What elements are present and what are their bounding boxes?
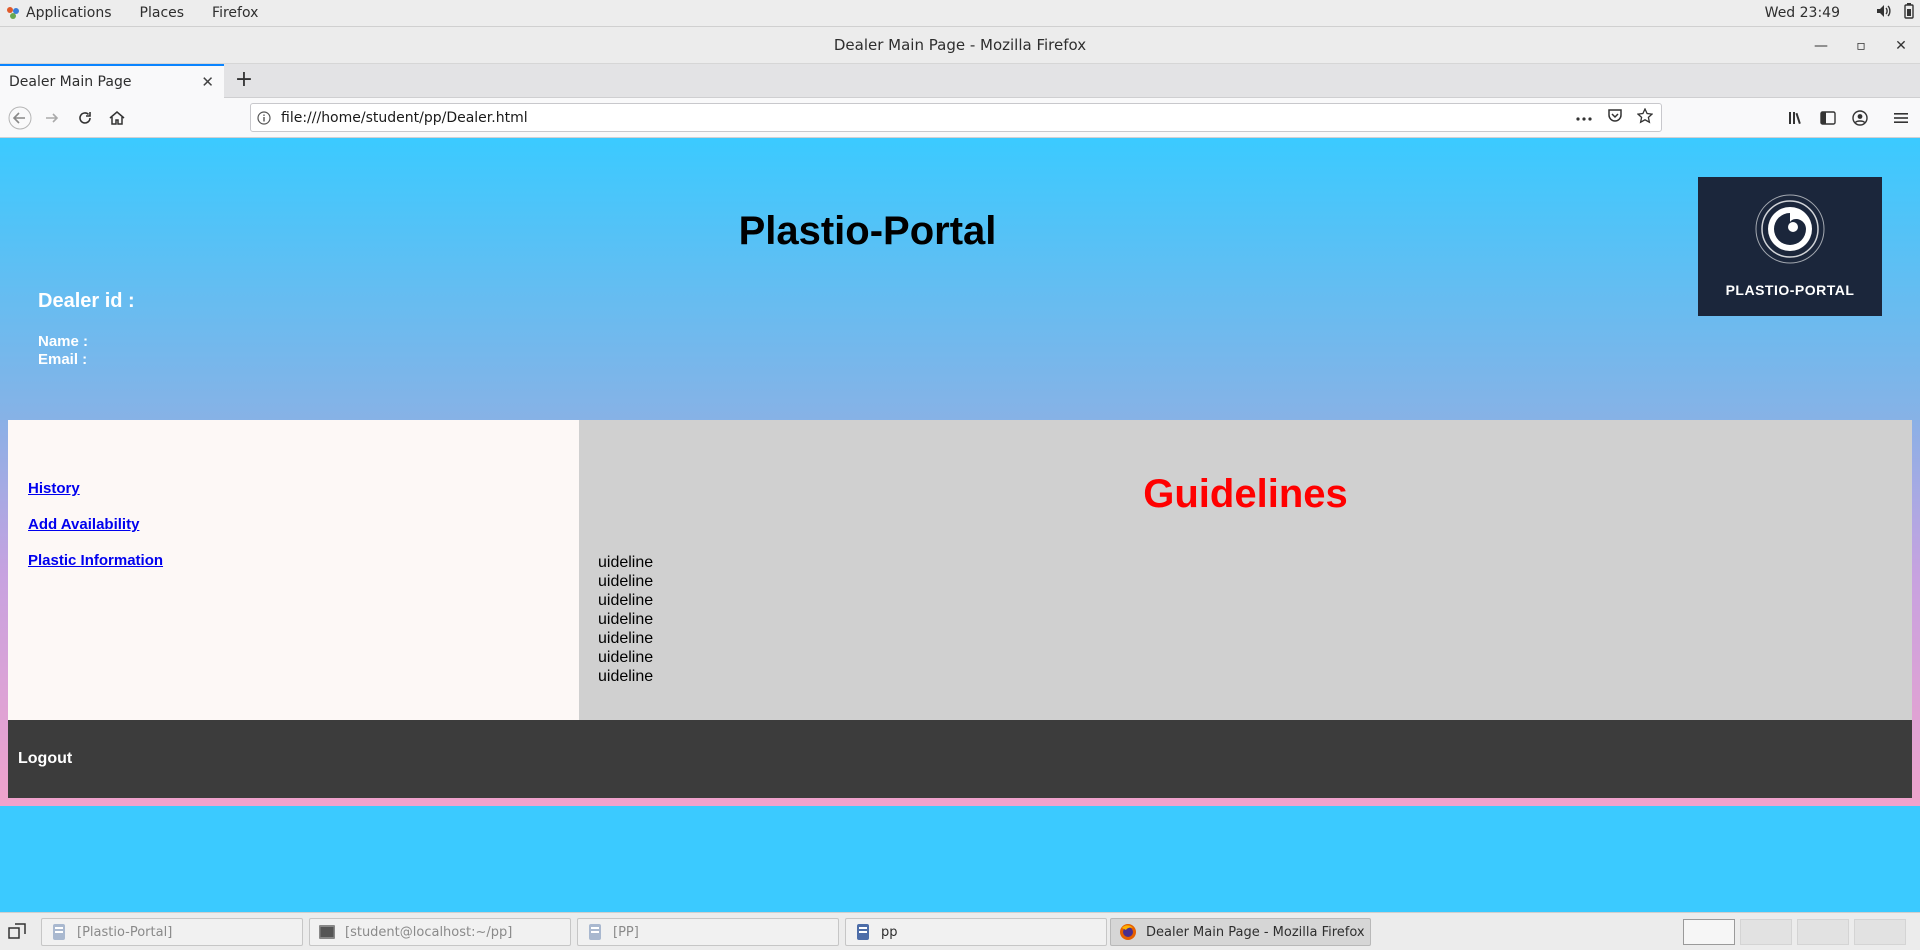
site-info-icon[interactable] [251, 110, 277, 125]
maximize-icon[interactable]: ▫ [1854, 38, 1868, 54]
email-label: Email : [38, 351, 88, 368]
firefox-icon [1119, 923, 1137, 941]
guideline-item: uideline [598, 592, 654, 609]
workspace-2[interactable] [1740, 919, 1792, 945]
window-title-bar: Dealer Main Page - Mozilla Firefox — ▫ ✕ [0, 27, 1920, 64]
account-icon[interactable] [1848, 106, 1872, 130]
taskbar-label: pp [881, 924, 898, 940]
close-icon[interactable]: ✕ [1894, 38, 1908, 54]
tab-strip: Dealer Main Page ✕ + [0, 64, 1920, 98]
content-area: History Add Availability Plastic Informa… [0, 420, 1920, 806]
site-title: Plastio-Portal [738, 209, 997, 253]
pocket-icon[interactable] [1607, 108, 1623, 127]
page-actions-icon[interactable] [1575, 110, 1593, 126]
taskbar-item-plastio-portal[interactable]: [Plastio-Portal] [41, 918, 303, 946]
taskbar-label: Dealer Main Page - Mozilla Firefox [1146, 924, 1365, 940]
volume-icon[interactable] [1876, 4, 1892, 22]
tab-dealer-main-page[interactable]: Dealer Main Page ✕ [0, 64, 224, 98]
taskbar-label: [PP] [613, 924, 639, 940]
window-title: Dealer Main Page - Mozilla Firefox [833, 36, 1087, 54]
firefox-menu[interactable]: Firefox [198, 0, 272, 27]
url-text[interactable]: file:///home/student/pp/Dealer.html [281, 110, 528, 126]
taskbar-item-pp-folder[interactable]: [PP] [577, 918, 839, 946]
guideline-item: uideline [598, 573, 654, 590]
web-page: Plastio-Portal Dealer id : Name : Email … [0, 139, 1920, 912]
swirl-logo-icon [1753, 192, 1827, 270]
plastic-information-link[interactable]: Plastic Information [28, 552, 163, 569]
logout-button[interactable]: Logout [18, 750, 72, 768]
page-header: Plastio-Portal Dealer id : Name : Email … [0, 139, 1920, 420]
tab-label: Dealer Main Page [9, 74, 132, 90]
guidelines-list: uideline uideline uideline uideline uide… [598, 553, 653, 686]
workspace-1[interactable] [1683, 919, 1735, 945]
dealer-id-label: Dealer id : [38, 290, 135, 312]
sidebar: History Add Availability Plastic Informa… [8, 420, 579, 720]
forward-icon[interactable] [40, 106, 64, 130]
show-desktop-icon[interactable] [7, 922, 27, 942]
guideline-item: uideline [598, 554, 654, 571]
guideline-item: uideline [598, 630, 654, 647]
url-bar[interactable]: file:///home/student/pp/Dealer.html [250, 103, 1662, 132]
navigation-bar: file:///home/student/pp/Dealer.html [0, 98, 1920, 138]
back-icon[interactable] [8, 106, 32, 130]
home-icon[interactable] [105, 106, 129, 130]
guidelines-panel: Guidelines uideline uideline uideline ui… [579, 420, 1912, 720]
bookmark-star-icon[interactable] [1636, 106, 1654, 128]
workspace-4[interactable] [1854, 919, 1906, 945]
new-tab-icon[interactable]: + [232, 68, 256, 92]
taskbar-label: [student@localhost:~/pp] [345, 924, 513, 940]
workspace-3[interactable] [1797, 919, 1849, 945]
guideline-item: uideline [598, 668, 654, 685]
taskbar: [Plastio-Portal] [student@localhost:~/pp… [0, 912, 1920, 950]
minimize-icon[interactable]: — [1814, 38, 1828, 54]
file-manager-icon [854, 923, 872, 941]
site-logo: PLASTIO-PORTAL [1698, 177, 1882, 316]
battery-icon[interactable] [1904, 3, 1914, 23]
terminal-icon [318, 923, 336, 941]
taskbar-item-terminal[interactable]: [student@localhost:~/pp] [309, 918, 571, 946]
add-availability-link[interactable]: Add Availability [28, 516, 139, 533]
page-footer: Logout [8, 720, 1912, 798]
history-link[interactable]: History [28, 480, 80, 497]
taskbar-item-firefox[interactable]: Dealer Main Page - Mozilla Firefox [1110, 918, 1371, 946]
file-manager-icon [586, 923, 604, 941]
sidebar-toggle-icon[interactable] [1816, 106, 1840, 130]
guideline-item: uideline [598, 649, 654, 666]
file-manager-icon [50, 923, 68, 941]
clock[interactable]: Wed 23:49 [1765, 5, 1840, 21]
guideline-item: uideline [598, 611, 654, 628]
applications-menu[interactable]: Applications [12, 0, 126, 27]
system-top-bar: Applications Places Firefox Wed 23:49 [0, 0, 1920, 27]
places-menu[interactable]: Places [126, 0, 199, 27]
taskbar-label: [Plastio-Portal] [77, 924, 173, 940]
menu-icon[interactable] [1889, 106, 1913, 130]
reload-icon[interactable] [73, 106, 97, 130]
name-label: Name : [38, 333, 89, 350]
system-tray[interactable] [1876, 3, 1914, 23]
library-icon[interactable] [1784, 106, 1808, 130]
tab-close-icon[interactable]: ✕ [201, 73, 214, 91]
taskbar-item-pp[interactable]: pp [845, 918, 1107, 946]
logo-text: PLASTIO-PORTAL [1725, 282, 1855, 298]
guidelines-title: Guidelines [1143, 472, 1348, 516]
